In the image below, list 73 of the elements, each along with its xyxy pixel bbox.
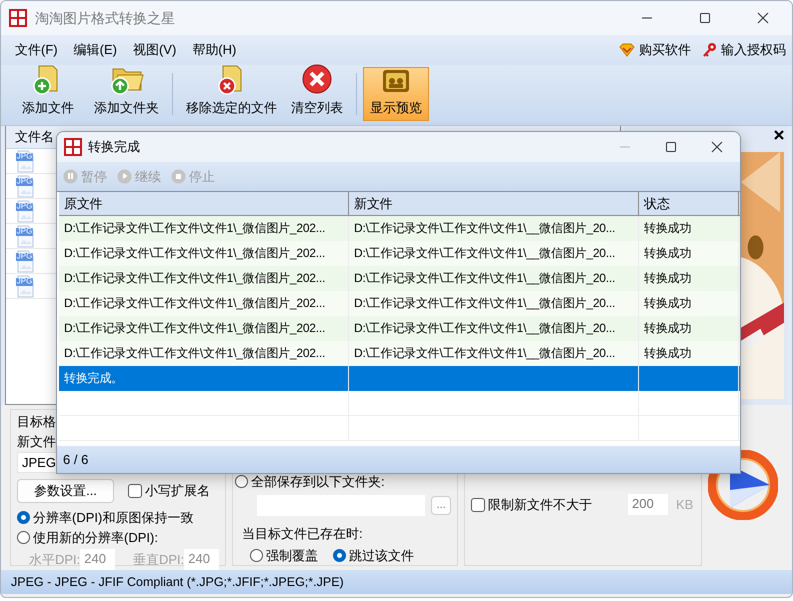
close-button[interactable]: [757, 12, 769, 24]
lowercase-checkbox[interactable]: 小写扩展名: [128, 481, 210, 500]
diamond-icon: [619, 43, 635, 57]
table-cell: D:\工作记录文件\工作文件\文件1\__微信图片_20...: [354, 346, 616, 360]
column-header[interactable]: 新文件: [349, 192, 639, 215]
jpg-file-icon: JPG: [16, 274, 34, 298]
browse-button[interactable]: ...: [431, 496, 451, 515]
table-cell: D:\工作记录文件\工作文件\文件1\__微信图片_20...: [354, 221, 616, 235]
field-label: 水平DPI:: [29, 550, 80, 568]
field-label: 当目标文件已存在时:: [242, 525, 364, 543]
jpg-file-icon: JPG: [16, 250, 34, 272]
table-cell: 转换成功: [644, 346, 692, 360]
maximize-button[interactable]: [699, 12, 711, 24]
menu-link[interactable]: 购买软件: [613, 40, 697, 60]
close-icon[interactable]: [774, 130, 784, 140]
table-cell: D:\工作记录文件\工作文件\文件1\_微信图片_202...: [64, 296, 326, 310]
table-cell: D:\工作记录文件\工作文件\文件1\_微信图片_202...: [64, 271, 326, 285]
overwrite-radio[interactable]: 跳过该文件: [333, 546, 414, 565]
progress-count: 6 / 6: [57, 446, 740, 473]
app-logo-icon: [9, 9, 27, 27]
window-title: 淘淘图片格式转换之星: [35, 8, 175, 28]
toolbar-button[interactable]: 移除选定的文件: [179, 67, 284, 121]
overwrite-radio[interactable]: 强制覆盖: [250, 546, 318, 565]
dpi-radio[interactable]: 使用新的分辨率(DPI):: [17, 528, 219, 546]
table-cell: 转换成功: [644, 221, 692, 235]
field-label: 垂直DPI:: [133, 550, 184, 568]
resume-icon: [117, 169, 132, 184]
column-header[interactable]: 文件名: [15, 127, 54, 147]
jpg-file-icon: JPG: [16, 150, 34, 172]
table-cell: D:\工作记录文件\工作文件\文件1\_微信图片_202...: [64, 346, 326, 360]
column-header[interactable]: 原文件: [59, 192, 349, 215]
menu-item[interactable]: 帮助(H): [184, 40, 244, 60]
dialog-title: 转换完成: [88, 138, 140, 156]
menu-item[interactable]: 编辑(E): [66, 40, 125, 60]
table-cell: D:\工作记录文件\工作文件\文件1\_微信图片_202...: [64, 246, 326, 260]
pause-icon: [63, 169, 78, 184]
toolbar-button[interactable]: 清空列表: [284, 67, 350, 121]
stop-icon: [171, 169, 186, 184]
app-logo-icon: [64, 138, 82, 156]
toolbar-button[interactable]: 添加文件: [9, 67, 87, 121]
maximize-button[interactable]: [665, 141, 677, 153]
toolbar-button[interactable]: 显示预览: [363, 67, 429, 121]
table-cell: D:\工作记录文件\工作文件\文件1\__微信图片_20...: [354, 246, 616, 260]
unit-label: KB: [676, 496, 694, 514]
status-bar: JPEG - JPEG - JFIF Compliant (*.JPG;*.JFIF;*.JPEG;*.JPE): [1, 570, 792, 594]
jpg-file-icon: JPG: [16, 224, 34, 248]
limit-checkbox[interactable]: 限制新文件不大于: [471, 495, 628, 514]
jpg-file-icon: JPG: [16, 174, 34, 198]
close-button[interactable]: [711, 141, 723, 153]
table-cell: D:\工作记录文件\工作文件\文件1\__微信图片_20...: [354, 271, 616, 285]
save-all-radio[interactable]: 全部保存到以下文件夹:: [235, 472, 451, 491]
table-cell: D:\工作记录文件\工作文件\文件1\__微信图片_20...: [354, 321, 616, 335]
menu-link[interactable]: 输入授权码: [697, 40, 792, 60]
column-header[interactable]: 状态: [639, 192, 739, 215]
table-cell: 转换成功: [644, 271, 692, 285]
menu-item[interactable]: 文件(F): [7, 40, 66, 60]
dpi-radio[interactable]: 分辨率(DPI)和原图保持一致: [17, 508, 219, 526]
table-cell: D:\工作记录文件\工作文件\文件1\__微信图片_20...: [354, 296, 616, 310]
table-cell: 转换成功: [644, 296, 692, 310]
table-cell: D:\工作记录文件\工作文件\文件1\_微信图片_202...: [64, 221, 326, 235]
jpg-file-icon: JPG: [16, 200, 34, 222]
settings-button[interactable]: 参数设置...: [17, 479, 114, 502]
clear-icon: [301, 62, 333, 94]
table-cell: 转换完成。: [64, 371, 124, 385]
key-icon: [703, 42, 717, 58]
table-cell: 转换成功: [644, 246, 692, 260]
table-cell: 转换成功: [644, 321, 692, 335]
table-cell: D:\工作记录文件\工作文件\文件1\_微信图片_202...: [64, 321, 326, 335]
group-title: 目标格: [17, 413, 57, 431]
menu-item[interactable]: 视图(V): [124, 40, 184, 60]
field-label: 新文件: [17, 433, 57, 451]
size-field[interactable]: 200: [628, 494, 668, 515]
toolbar-button[interactable]: 添加文件夹: [87, 67, 166, 121]
